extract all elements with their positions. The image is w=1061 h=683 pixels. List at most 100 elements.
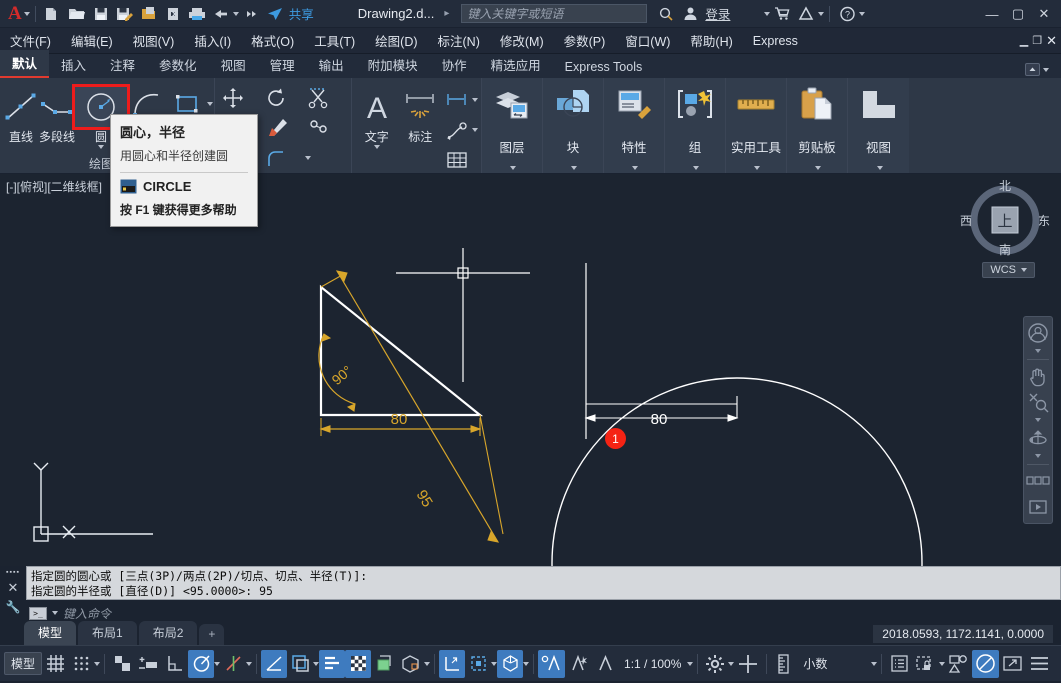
pan-hand-icon[interactable]: [1025, 364, 1051, 388]
dynamic-input-toggle[interactable]: [135, 650, 162, 678]
layout-tab-model[interactable]: 模型: [24, 621, 76, 645]
command-prompt-icon[interactable]: >_: [29, 607, 47, 620]
autoscale-toggle[interactable]: [565, 650, 592, 678]
circle-dropdown-chevron-icon[interactable]: [98, 145, 104, 149]
undo-chevron-icon[interactable]: [233, 12, 239, 16]
panel-layers[interactable]: 图层: [482, 78, 543, 173]
rectangle-dropdown-chevron-icon[interactable]: [207, 102, 213, 106]
wcs-chevron-icon[interactable]: [1021, 268, 1027, 272]
menu-item-edit[interactable]: 编辑(E): [61, 28, 123, 53]
model-space-indicator[interactable]: 模型: [4, 652, 42, 675]
polar-toggle[interactable]: [188, 650, 214, 678]
selection-cycling-toggle[interactable]: [319, 650, 345, 678]
add-layout-button[interactable]: +: [199, 624, 224, 645]
lock-ui-icon[interactable]: [912, 650, 939, 678]
menu-item-window[interactable]: 窗口(W): [615, 28, 680, 53]
user-icon[interactable]: [679, 3, 701, 25]
grid-toggle[interactable]: [42, 650, 68, 678]
tab-parametric[interactable]: 参数化: [147, 52, 209, 78]
units-chevron-icon[interactable]: [871, 662, 877, 666]
tab-collaborate[interactable]: 协作: [430, 52, 479, 78]
annotation-visibility-toggle[interactable]: [538, 650, 565, 678]
tab-addins[interactable]: 附加模块: [356, 52, 430, 78]
search-icon[interactable]: [655, 3, 677, 25]
line-tool[interactable]: 直线: [3, 83, 39, 145]
save-icon[interactable]: [90, 3, 112, 25]
3d-workspace-toggle[interactable]: [397, 650, 424, 678]
command-input[interactable]: 键入命令: [63, 605, 111, 622]
close-button[interactable]: ✕: [1031, 1, 1057, 27]
text-dropdown-chevron-icon[interactable]: [374, 145, 380, 149]
wcs-selector[interactable]: WCS: [982, 262, 1035, 278]
leader-tool[interactable]: [442, 115, 472, 145]
export-icon[interactable]: [138, 3, 160, 25]
add-tool-button[interactable]: [734, 650, 762, 678]
document-chevron-icon[interactable]: ▸: [444, 8, 449, 19]
cloud-save-icon[interactable]: [162, 3, 184, 25]
panel-group[interactable]: 组: [665, 78, 726, 173]
units-label[interactable]: 小数: [797, 655, 833, 672]
panel-utilities-chevron-icon[interactable]: [754, 166, 760, 170]
panel-layers-chevron-icon[interactable]: [510, 166, 516, 170]
tab-manage[interactable]: 管理: [258, 52, 307, 78]
panel-utilities[interactable]: 实用工具: [726, 78, 787, 173]
menu-item-express[interactable]: Express: [743, 31, 808, 51]
ribbon-minimize-chevron-icon[interactable]: [1043, 68, 1049, 72]
tab-insert[interactable]: 插入: [49, 52, 98, 78]
isolate-objects-status-icon[interactable]: [945, 650, 972, 678]
otrack-toggle[interactable]: [220, 650, 246, 678]
transparency-toggle[interactable]: [287, 650, 313, 678]
panel-group-chevron-icon[interactable]: [693, 166, 699, 170]
search-input[interactable]: 键入关键字或短语: [461, 4, 647, 23]
panel-block[interactable]: 块: [543, 78, 604, 173]
annotation-scale-chevron-icon[interactable]: [687, 662, 693, 666]
redo-icon[interactable]: [240, 3, 262, 25]
ortho-toggle[interactable]: [162, 650, 188, 678]
circle-center-marker[interactable]: 1: [605, 428, 626, 449]
panel-clipboard[interactable]: 剪贴板: [787, 78, 848, 173]
open-file-icon[interactable]: [66, 3, 88, 25]
cart-icon[interactable]: [771, 3, 793, 25]
ribbon-minimize-icon[interactable]: [1025, 63, 1040, 76]
command-input-row[interactable]: >_ 键入命令: [26, 605, 1061, 621]
hardware-acceleration-toggle[interactable]: [345, 650, 371, 678]
orbit-icon[interactable]: [1025, 426, 1051, 450]
grip-dots-icon[interactable]: ▪▪▪▪: [6, 569, 20, 576]
ucs-icon-toggle[interactable]: [439, 650, 465, 678]
showmotion-boxes-icon[interactable]: [1025, 469, 1051, 493]
navigation-bar[interactable]: [1023, 316, 1053, 524]
layout-tab-layout2[interactable]: 布局2: [139, 621, 198, 645]
app-logo-icon[interactable]: A: [0, 3, 24, 25]
showmotion-play-icon[interactable]: [1025, 495, 1051, 519]
zoom-chevron-icon[interactable]: [1035, 416, 1041, 424]
dynamic-ucs-chevron-icon[interactable]: [523, 662, 529, 666]
tab-output[interactable]: 输出: [307, 52, 356, 78]
panel-block-chevron-icon[interactable]: [571, 166, 577, 170]
menu-item-draw[interactable]: 绘图(D): [365, 28, 427, 53]
customization-menu-icon[interactable]: [1026, 650, 1053, 678]
share-label[interactable]: 共享: [289, 4, 314, 23]
menu-item-parametric[interactable]: 参数(P): [554, 28, 616, 53]
trim-tool[interactable]: [305, 83, 335, 113]
annotation-scale-toggle[interactable]: [592, 650, 618, 678]
maximize-button[interactable]: ▢: [1005, 1, 1031, 27]
ribbon-minimize-control[interactable]: [1025, 63, 1049, 76]
help-chevron-icon[interactable]: [859, 12, 865, 16]
layout-tab-layout1[interactable]: 布局1: [78, 621, 137, 645]
units-icon[interactable]: [771, 650, 797, 678]
undo-icon[interactable]: [210, 3, 232, 25]
lineweight-toggle[interactable]: [261, 650, 287, 678]
erase-tool[interactable]: [261, 113, 291, 143]
tab-featured-apps[interactable]: 精选应用: [479, 52, 553, 78]
doc-restore-button[interactable]: ❐: [1032, 34, 1042, 47]
command-prompt-chevron-icon[interactable]: [52, 611, 58, 615]
dim-linear-chevron-icon[interactable]: [472, 98, 478, 102]
command-settings-icon[interactable]: 🔧: [6, 600, 21, 614]
fillet-tool[interactable]: [261, 143, 291, 173]
tab-default[interactable]: 默认: [0, 50, 49, 78]
panel-view-chevron-icon[interactable]: [877, 166, 883, 170]
dimension-tool[interactable]: 标注: [399, 83, 443, 145]
app-menu-chevron-icon[interactable]: [24, 12, 30, 16]
infer-constraints-toggle[interactable]: [109, 650, 135, 678]
dim-linear-tool[interactable]: [442, 85, 472, 115]
